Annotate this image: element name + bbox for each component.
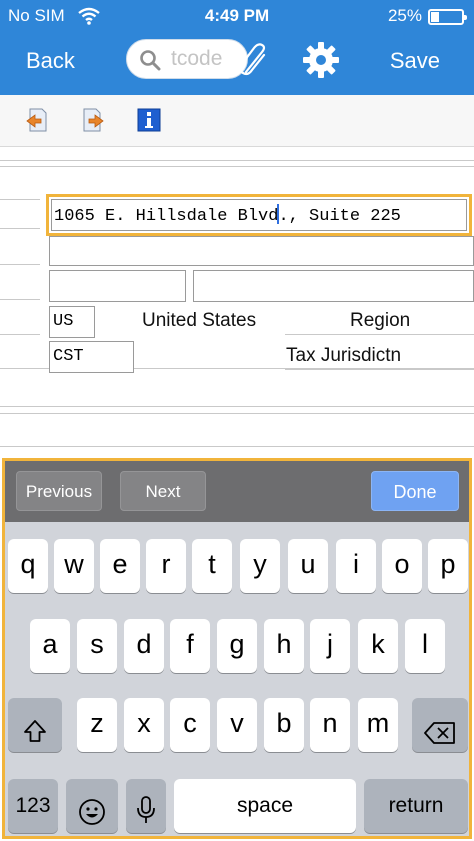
key-u[interactable]: u	[288, 539, 328, 593]
key-h[interactable]: h	[264, 619, 304, 673]
info-icon[interactable]	[136, 107, 162, 133]
divider	[0, 413, 474, 414]
backspace-icon	[424, 711, 456, 761]
emoji-icon	[78, 792, 106, 836]
backspace-key[interactable]	[412, 698, 468, 752]
street-text-after-caret: ., Suite 225	[278, 207, 401, 226]
key-o[interactable]: o	[382, 539, 422, 593]
tax-underline	[285, 369, 474, 370]
region-underline	[285, 334, 474, 335]
tax-code-input[interactable]: CST	[49, 341, 134, 373]
divider	[0, 299, 40, 300]
divider	[0, 228, 40, 229]
top-bar: No SIM 4:49 PM 25% Back tcode Save	[0, 0, 474, 95]
key-r[interactable]: r	[146, 539, 186, 593]
toolbar	[0, 95, 474, 147]
paperclip-icon[interactable]	[238, 42, 272, 85]
key-x[interactable]: x	[124, 698, 164, 752]
next-field-button[interactable]: Next	[120, 471, 206, 511]
key-t[interactable]: t	[192, 539, 232, 593]
city-input[interactable]	[193, 270, 474, 302]
keyboard-keys: q w e r t y u i o p a s d f g h j k l z …	[5, 522, 469, 836]
done-button[interactable]: Done	[371, 471, 459, 511]
key-c[interactable]: c	[170, 698, 210, 752]
previous-field-button[interactable]: Previous	[16, 471, 102, 511]
search-placeholder: tcode	[171, 47, 223, 70]
save-button[interactable]: Save	[390, 48, 440, 74]
dictation-key[interactable]	[126, 779, 166, 833]
back-button[interactable]: Back	[26, 48, 75, 74]
divider	[0, 166, 474, 167]
key-a[interactable]: a	[30, 619, 70, 673]
microphone-icon	[136, 791, 156, 836]
search-icon	[139, 49, 161, 76]
shift-key[interactable]	[8, 698, 62, 752]
keyboard: Previous Next Done q w e r t y u i o p a…	[2, 458, 472, 839]
settings-gear-icon[interactable]	[302, 41, 340, 84]
battery-percent: 25%	[387, 6, 422, 25]
key-d[interactable]: d	[124, 619, 164, 673]
divider	[0, 446, 474, 447]
status-bar: No SIM 4:49 PM 25%	[0, 0, 474, 32]
street2-input[interactable]	[49, 236, 474, 266]
key-m[interactable]: m	[358, 698, 398, 752]
key-p[interactable]: p	[428, 539, 468, 593]
divider	[0, 406, 474, 407]
return-key[interactable]: return	[364, 779, 468, 833]
country-name-label: United States	[142, 310, 257, 331]
key-y[interactable]: y	[240, 539, 280, 593]
street-address-input[interactable]: 1065 E. Hillsdale Blvd., Suite 225	[46, 194, 472, 236]
divider	[0, 264, 40, 265]
battery-icon	[428, 9, 467, 25]
key-i[interactable]: i	[336, 539, 376, 593]
key-w[interactable]: w	[54, 539, 94, 593]
shift-arrow-icon	[22, 710, 48, 760]
postal-code-input[interactable]	[49, 270, 186, 302]
key-k[interactable]: k	[358, 619, 398, 673]
key-j[interactable]: j	[310, 619, 350, 673]
key-b[interactable]: b	[264, 698, 304, 752]
back-arrow-doc-icon[interactable]	[24, 107, 50, 133]
tcode-search-field[interactable]: tcode	[126, 39, 248, 79]
key-z[interactable]: z	[77, 698, 117, 752]
tax-jurisdiction-label: Tax Jurisdictn	[286, 345, 402, 366]
space-key[interactable]: space	[174, 779, 356, 833]
key-s[interactable]: s	[77, 619, 117, 673]
divider	[0, 334, 40, 335]
divider	[0, 199, 40, 200]
key-e[interactable]: e	[100, 539, 140, 593]
forward-arrow-doc-icon[interactable]	[80, 107, 106, 133]
key-q[interactable]: q	[8, 539, 48, 593]
key-n[interactable]: n	[310, 698, 350, 752]
emoji-key[interactable]	[66, 779, 118, 833]
screen: No SIM 4:49 PM 25% Back tcode Save 1065 …	[0, 0, 474, 841]
key-v[interactable]: v	[217, 698, 257, 752]
country-code-input[interactable]: US	[49, 306, 95, 338]
key-l[interactable]: l	[405, 619, 445, 673]
region-label: Region	[350, 310, 411, 331]
street-text-before-caret: 1065 E. Hillsdale Blvd	[54, 207, 279, 226]
key-f[interactable]: f	[170, 619, 210, 673]
numbers-key[interactable]: 123	[8, 779, 58, 833]
divider	[0, 160, 474, 161]
keyboard-accessory-bar: Previous Next Done	[5, 461, 469, 522]
key-g[interactable]: g	[217, 619, 257, 673]
